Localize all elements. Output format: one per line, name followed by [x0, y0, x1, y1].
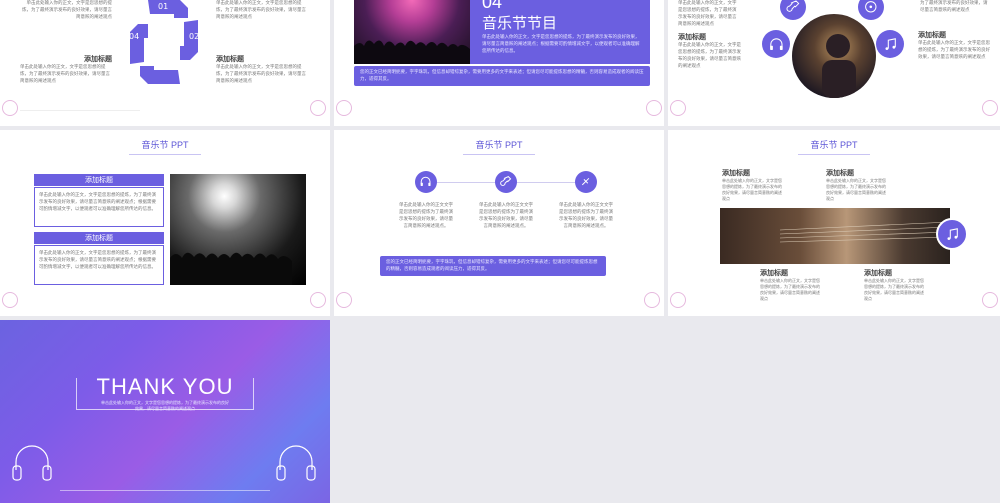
flower-decoration: [982, 292, 998, 308]
slide-thumbnail-6[interactable]: 音乐节 PPT 添加标题 单击此处输入你的正文，文字是您思想的提炼，为了最终演示…: [668, 130, 1000, 316]
flower-decoration: [2, 100, 18, 116]
slide-thumbnail-1[interactable]: 单击此处输入你的正文，文字是您思想的提炼，为了最终演示发布的良好效果，请尽量言简…: [0, 0, 330, 126]
flower-decoration: [310, 292, 326, 308]
flower-decoration: [336, 292, 352, 308]
s6-text-3: 单击此处输入你的正文，文字是您思想的提炼，为了最终演示发布的良好效果，请尽量言简…: [760, 278, 820, 301]
flower-decoration: [644, 292, 660, 308]
box2-heading: 添加标题: [85, 234, 113, 242]
microphone-icon: [822, 34, 856, 98]
col2-text: 单击此处输入你的正文文字是您思想的提炼为了最终演示发布的良好效果，请尽量言简意赅…: [479, 203, 533, 229]
flower-decoration: [310, 100, 326, 116]
s3-right-heading: 添加标题: [918, 31, 946, 39]
summary-bar: 您的正文已经简明扼要，字字珠玑，但信息却错综复杂，需要用更多的文字来表述；但请您…: [380, 256, 606, 276]
flower-decoration: [670, 100, 686, 116]
s1-br-text: 单击此处输入你的正文，文字是您思想的提炼，为了最终演示发布的良好效果，请尽量言简…: [216, 65, 306, 84]
box1-header: 添加标题: [34, 174, 164, 186]
guitar-icon: [495, 171, 517, 193]
flower-decoration: [982, 100, 998, 116]
crowd-silhouette-icon: [354, 40, 470, 64]
s3-top-text: 单击此处输入你的正文，文字是您思想的提炼，为了最终演示发布的良好效果，请尽量言简…: [678, 1, 737, 27]
box1-heading: 添加标题: [85, 176, 113, 184]
guitar-photo: [720, 208, 950, 264]
s6-heading-4: 添加标题: [864, 269, 892, 277]
music-note-icon: [936, 218, 968, 250]
guitar-pick-icon: [575, 171, 597, 193]
headphones-icon: [762, 30, 790, 58]
s1-tr-text: 单击此处输入你的正文，文字是您思想的提炼，为了最终演示发布的良好效果，请尽量言简…: [216, 1, 306, 20]
slide-title: 音乐节 PPT: [334, 138, 664, 155]
singer-photo: [792, 14, 876, 98]
s6-heading-1: 添加标题: [722, 169, 750, 177]
thank-you-title: THANK YOU: [96, 374, 234, 399]
section-desc: 单击此处输入你的正文，文字是您思想的提炼，为了最终演示发布的良好效果，请尽量言简…: [482, 35, 640, 54]
col1-text: 单击此处输入你的正文文字是您思想的提炼为了最终演示发布的良好效果，请尽量言简意赅…: [399, 203, 453, 229]
s3-left-heading: 添加标题: [678, 33, 706, 41]
slide-title: 音乐节 PPT: [0, 138, 330, 155]
crowd-silhouette-icon: [170, 252, 292, 285]
slide-thumbnail-5[interactable]: 音乐节 PPT 单击此处输入你的正文文字是您思想的提炼为了最终演示发布的良好效果…: [334, 130, 664, 316]
box2-text: 单击此处输入你的正文，文字是您思想的提炼，为了最终演示发布的良好效果，请尽量言简…: [34, 245, 164, 285]
decor-line: [60, 490, 270, 491]
box1-text: 单击此处输入你的正文，文字是您思想的提炼，为了最终演示发布的良好效果，请尽量言简…: [34, 187, 164, 227]
s1-bl-text: 单击此处输入你的正文，文字是您思想的提炼，为了最终演示发布的良好效果，请尽量言简…: [20, 65, 110, 84]
vinyl-record-icon: [858, 0, 884, 20]
slide-thumbnail-2[interactable]: 04 音乐节节目 单击此处输入你的正文，文字是您思想的提炼，为了最终演示发布的良…: [334, 0, 664, 126]
col3-text: 单击此处输入你的正文文字是您思想的提炼为了最终演示发布的良好效果，请尽量言简意赅…: [559, 203, 613, 229]
s6-heading-2: 添加标题: [826, 169, 854, 177]
decor-line: [20, 110, 140, 111]
flower-decoration: [646, 100, 662, 116]
thank-you-subtitle: 单击此处输入你的正文，文字是您思想的提炼，为了最终演示发布的良好效果，请尽量言简…: [101, 400, 229, 411]
flower-decoration: [336, 100, 352, 116]
stage-lights-photo: [170, 174, 306, 285]
s3-right-top-text: 为了最终演示发布的良好效果，请尽量言简意赅的阐述观点: [920, 1, 988, 13]
headphones-icon: [12, 445, 52, 481]
s1-br-heading: 添加标题: [216, 55, 244, 63]
headphones-icon: [276, 445, 316, 481]
step-04-label: 04: [129, 32, 140, 41]
guitar-strings-icon: [779, 221, 950, 243]
flower-decoration: [2, 292, 18, 308]
section-title: 音乐节节目: [482, 14, 558, 32]
music-note-icon: [876, 30, 904, 58]
s3-right-text: 单击此处输入你的正文，文字是您思想的提炼，为了最终演示发布的良好效果，请尽量言简…: [918, 41, 990, 60]
s3-left-text: 单击此处输入你的正文，文字是您思想的提炼，为了最终演示发布的良好效果，请尽量言简…: [678, 43, 741, 69]
slide-thumbnail-4[interactable]: 音乐节 PPT 添加标题 单击此处输入你的正文，文字是您思想的提炼，为了最终演示…: [0, 130, 330, 316]
slide-thumbnail-3[interactable]: 单击此处输入你的正文，文字是您思想的提炼，为了最终演示发布的良好效果，请尽量言简…: [668, 0, 1000, 126]
s1-bl-heading: 添加标题: [84, 55, 112, 63]
summary-bar: 您的正文已经简明扼要，字字珠玑，但信息却错综复杂，需要用更多的文字来表述；但请您…: [354, 66, 650, 86]
concert-photo: [354, 0, 470, 64]
slide-title: 音乐节 PPT: [668, 138, 1000, 155]
s6-text-4: 单击此处输入你的正文，文字是您思想的提炼，为了最终演示发布的良好效果，请尽量言简…: [864, 278, 924, 301]
s6-heading-3: 添加标题: [760, 269, 788, 277]
s6-text-2: 单击此处输入你的正文，文字是您思想的提炼，为了最终演示发布的良好效果，请尽量言简…: [826, 178, 886, 201]
step-03-label: 03: [160, 63, 171, 72]
headphones-icon: [415, 171, 437, 193]
step-01-label: 01: [158, 2, 169, 11]
step-02-label: 02: [189, 32, 200, 41]
slide-thumbnail-7[interactable]: THANK YOU 单击此处输入你的正文，文字是您思想的提炼，为了最终演示发布的…: [0, 320, 330, 503]
box2-header: 添加标题: [34, 232, 164, 244]
s6-text-1: 单击此处输入你的正文，文字是您思想的提炼，为了最终演示发布的良好效果，请尽量言简…: [722, 178, 782, 201]
flower-decoration: [670, 292, 686, 308]
s1-tl-text: 单击此处输入你的正文，文字是您思想的提炼，为了最终演示发布的良好效果，请尽量言简…: [22, 1, 112, 20]
